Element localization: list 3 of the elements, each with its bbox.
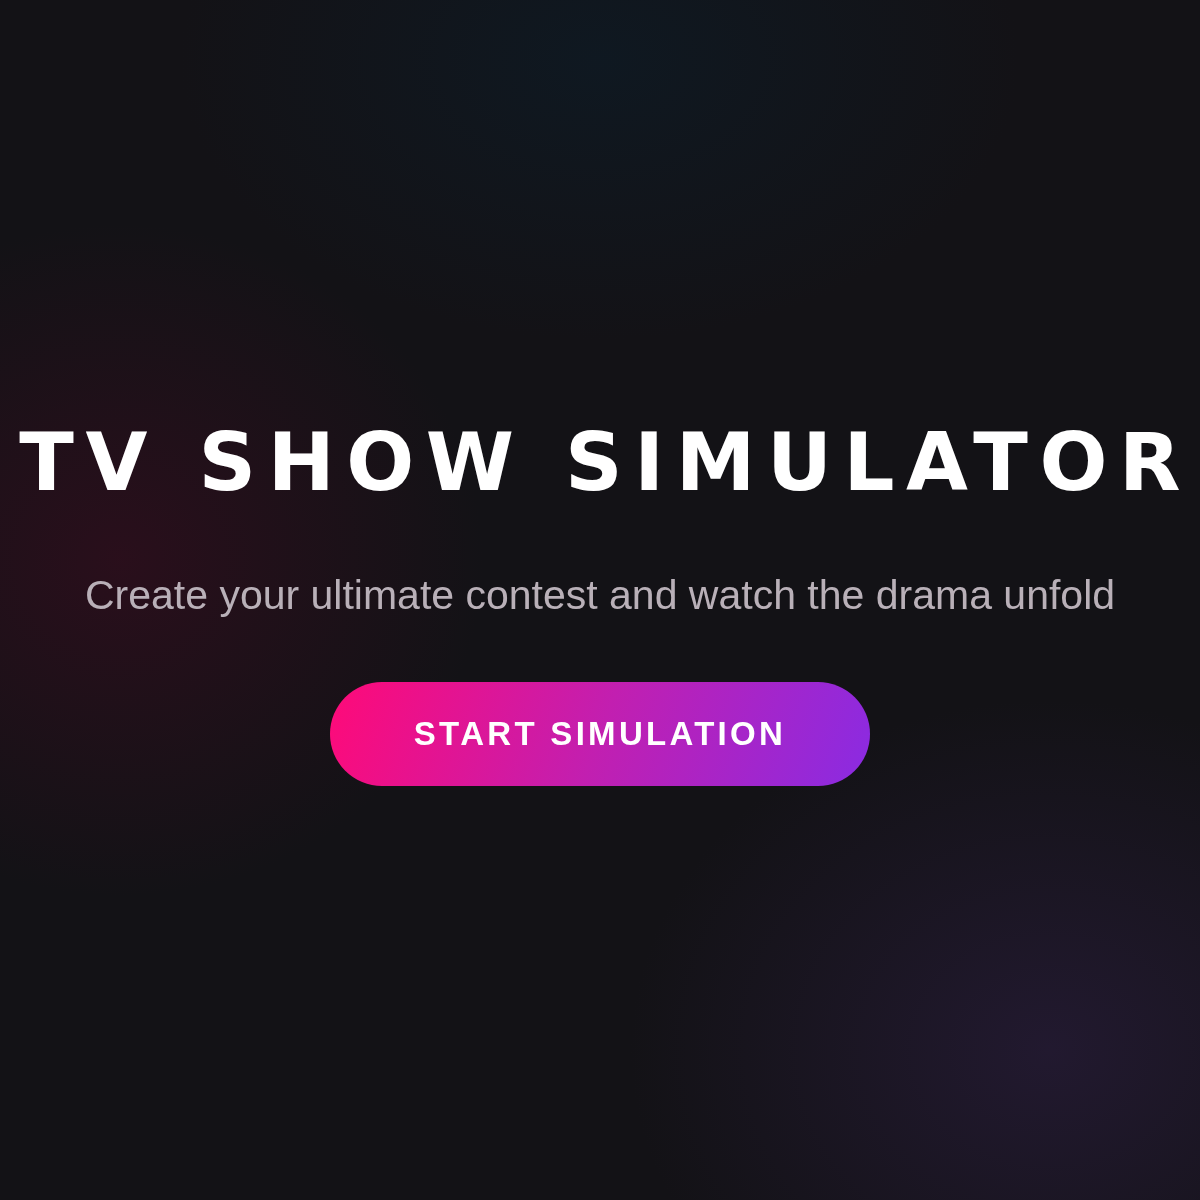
tagline: Create your ultimate contest and watch the drama unfold (84, 572, 1116, 618)
start-simulation-button[interactable]: START SIMULATION (330, 682, 870, 786)
page-title: TV SHOW SIMULATOR (19, 420, 1193, 506)
